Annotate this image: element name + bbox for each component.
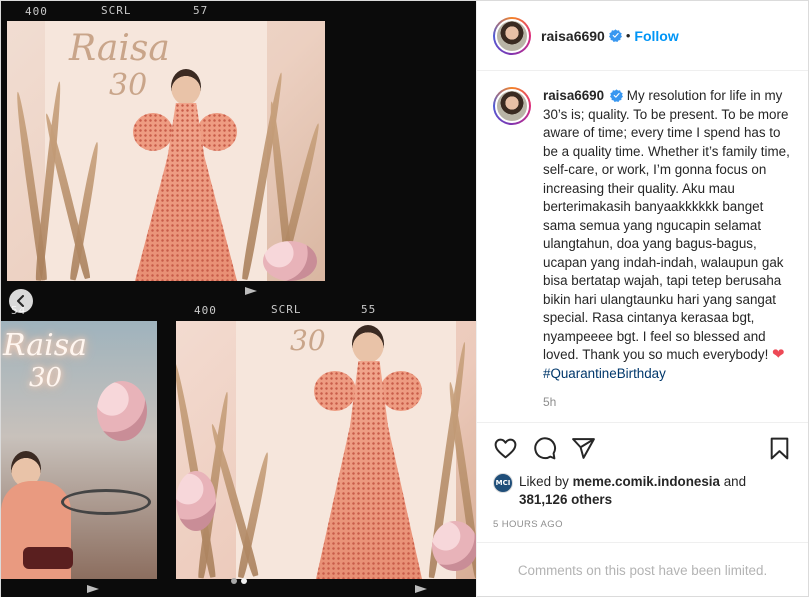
- heart-outline-icon[interactable]: [493, 436, 518, 461]
- author-row: raisa6690 • Follow: [541, 28, 679, 44]
- post-header: raisa6690 • Follow: [477, 1, 808, 71]
- woman-head: [352, 325, 384, 363]
- post-caption: raisa6690 My resolution for life in my 3…: [543, 87, 792, 383]
- film-arrow: [415, 585, 427, 593]
- author-username[interactable]: raisa6690: [541, 28, 605, 44]
- likes-prefix: Liked by: [519, 474, 573, 489]
- carousel-prev-button[interactable]: [9, 289, 33, 313]
- film-arrow: [87, 585, 99, 593]
- film-label-frame: 57: [193, 4, 209, 17]
- dress-sleeve: [380, 371, 422, 411]
- comments-limited-notice: Comments on this post have been limited.: [477, 542, 808, 597]
- post-side-panel: raisa6690 • Follow raisa6690 My resoluti…: [476, 1, 808, 597]
- chevron-left-icon: [17, 295, 24, 307]
- birthday-cake: [23, 547, 73, 569]
- liked-by-username[interactable]: meme.comik.indonesia: [573, 474, 720, 489]
- caption-area: raisa6690 My resolution for life in my 3…: [477, 71, 808, 422]
- likes-and: and: [719, 474, 747, 489]
- caption-username[interactable]: raisa6690: [543, 88, 604, 103]
- verified-badge-icon: [609, 89, 623, 102]
- author-avatar[interactable]: [493, 16, 531, 55]
- likes-summary: MCI Liked by meme.comik.indonesia and 38…: [493, 473, 792, 509]
- film-label-frame: 55: [361, 303, 377, 316]
- follow-button[interactable]: Follow: [634, 28, 678, 44]
- flower-arrangement: [97, 381, 147, 441]
- paper-plane-icon[interactable]: [571, 436, 596, 461]
- avatar-image: [495, 18, 529, 53]
- film-label-iso: 400: [194, 304, 217, 317]
- film-arrow: [245, 287, 257, 295]
- dress-sleeve: [197, 113, 237, 151]
- post-timestamp[interactable]: 5 HOURS AGO: [493, 519, 792, 530]
- neon-age-sign: 30: [290, 324, 326, 357]
- flower-arrangement: [432, 521, 476, 571]
- red-heart-emoji: ❤: [772, 346, 785, 363]
- film-label-iso: 400: [25, 5, 48, 18]
- caption-hashtag[interactable]: #QuarantineBirthday: [543, 366, 666, 381]
- neon-name-sign: Raisa: [69, 28, 170, 69]
- neon-name-sign: Raisa: [3, 328, 88, 363]
- bookmark-icon[interactable]: [767, 436, 792, 461]
- film-label-scrl: SCRL: [271, 303, 302, 316]
- photo-top: Raisa 30: [7, 21, 325, 281]
- dress-sleeve: [133, 113, 173, 151]
- avatar-image: [495, 89, 529, 123]
- carousel-dot[interactable]: [230, 578, 237, 584]
- pampas-grass: [176, 361, 217, 579]
- neon-age-sign: 30: [29, 363, 63, 393]
- caption-avatar[interactable]: [493, 87, 531, 125]
- dress-sleeve: [314, 371, 356, 411]
- caption-column: raisa6690 My resolution for life in my 3…: [543, 87, 792, 422]
- flower-arrangement: [263, 241, 317, 281]
- header-separator: •: [625, 28, 631, 43]
- photo-bottom-right: 30: [176, 321, 476, 579]
- liker-avatar[interactable]: MCI: [493, 473, 513, 493]
- instagram-post: 400 SCRL 57 Raisa 30 400 SCRL 55 Raisa 3…: [0, 0, 809, 597]
- post-media-carousel[interactable]: 400 SCRL 57 Raisa 30 400 SCRL 55 Raisa 3…: [1, 1, 476, 597]
- film-label-scrl: SCRL: [101, 4, 132, 17]
- caption-text: My resolution for life in my 30’s is; qu…: [543, 88, 790, 362]
- post-actions-area: MCI Liked by meme.comik.indonesia and 38…: [477, 422, 808, 542]
- comment-bubble-icon[interactable]: [532, 436, 557, 461]
- neon-age-sign: 30: [109, 68, 148, 103]
- side-table: [61, 489, 151, 515]
- carousel-dots: [1, 578, 476, 584]
- verified-badge-icon: [608, 29, 622, 42]
- likes-count[interactable]: 381,126 others: [519, 492, 612, 507]
- woman-head: [171, 69, 201, 105]
- caption-time-ago[interactable]: 5h: [543, 395, 792, 409]
- likes-text: Liked by meme.comik.indonesia and 381,12…: [519, 473, 746, 509]
- carousel-dot-active[interactable]: [240, 578, 247, 584]
- photo-bottom-left: Raisa 30: [1, 321, 157, 579]
- action-bar: [493, 433, 792, 463]
- flower-arrangement: [176, 471, 216, 531]
